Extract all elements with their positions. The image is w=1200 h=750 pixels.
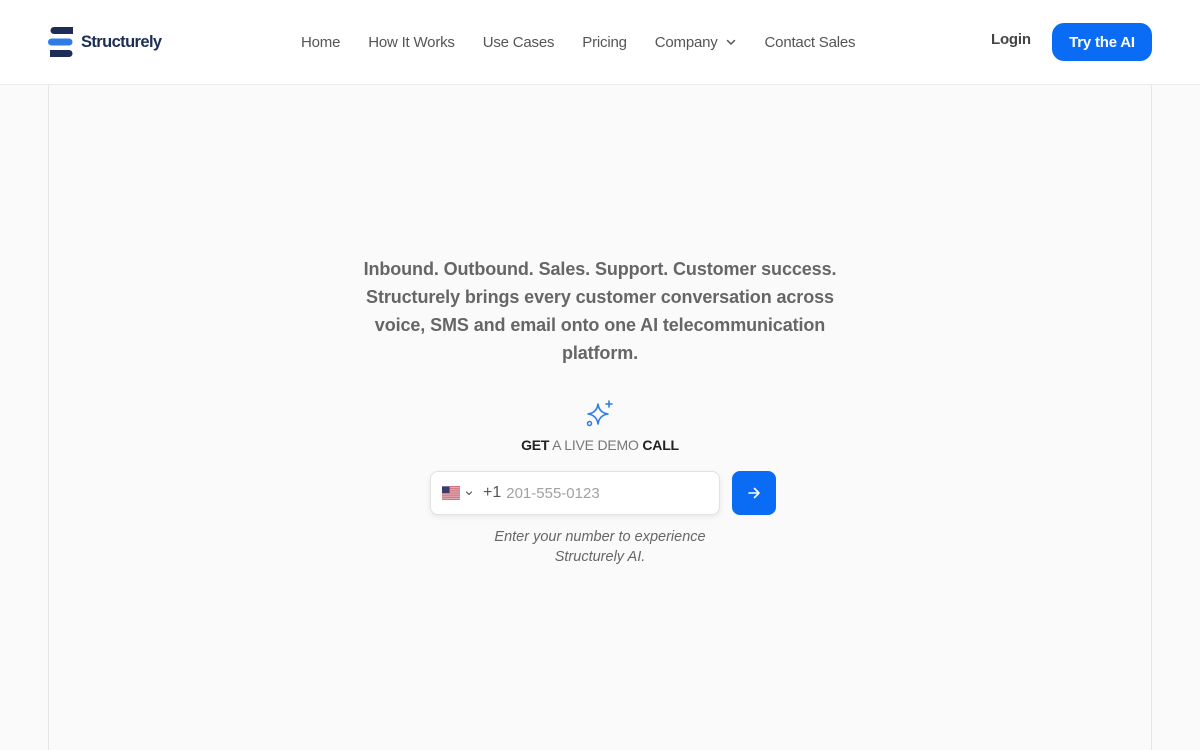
sparkle-icon xyxy=(586,400,613,427)
nav-label: Pricing xyxy=(582,33,627,51)
phone-hint: Enter your number to experience Structur… xyxy=(494,529,706,565)
chevron-down-icon xyxy=(726,39,735,45)
nav-label: Use Cases xyxy=(482,33,555,51)
demo-call-label: GET A LIVE DEMO CALL xyxy=(400,437,800,453)
demo-label-middle: A LIVE DEMO xyxy=(549,437,643,453)
brand-name: Structurely xyxy=(81,32,162,51)
nav-pricing[interactable]: Pricing xyxy=(582,33,627,51)
phone-number-input[interactable] xyxy=(506,478,707,508)
phone-input-group: +1 xyxy=(430,471,720,515)
nav-how-it-works[interactable]: How It Works xyxy=(368,34,455,51)
nav-contact-sales[interactable]: Contact Sales xyxy=(765,34,856,51)
main-nav: Home How It Works Use Cases Pricing Comp… xyxy=(301,30,856,54)
structurely-logo-icon xyxy=(48,27,73,57)
brand-logo[interactable]: Structurely xyxy=(48,27,162,57)
us-flag-icon xyxy=(442,486,460,500)
nav-label: Contact Sales xyxy=(764,33,856,51)
nav-home[interactable]: Home xyxy=(301,34,340,51)
demo-label-get: GET xyxy=(521,437,550,453)
login-link[interactable]: Login xyxy=(991,31,1031,48)
nav-label: Company xyxy=(654,33,718,51)
nav-use-cases[interactable]: Use Cases xyxy=(483,34,555,51)
dial-code: +1 xyxy=(483,484,502,501)
hero-description: Inbound. Outbound. Sales. Support. Custo… xyxy=(363,259,837,363)
chevron-down-icon xyxy=(465,491,473,496)
nav-label: Home xyxy=(301,33,341,51)
country-selector[interactable] xyxy=(442,472,473,514)
demo-label-call: CALL xyxy=(642,437,679,453)
arrow-right-icon xyxy=(748,487,760,499)
submit-phone-button[interactable] xyxy=(732,471,776,515)
nav-label: How It Works xyxy=(368,33,455,51)
site-header: Structurely Home How It Works Use Cases … xyxy=(0,0,1200,85)
try-the-ai-button[interactable]: Try the AI xyxy=(1052,23,1152,61)
nav-company-dropdown[interactable]: Company xyxy=(655,34,737,51)
